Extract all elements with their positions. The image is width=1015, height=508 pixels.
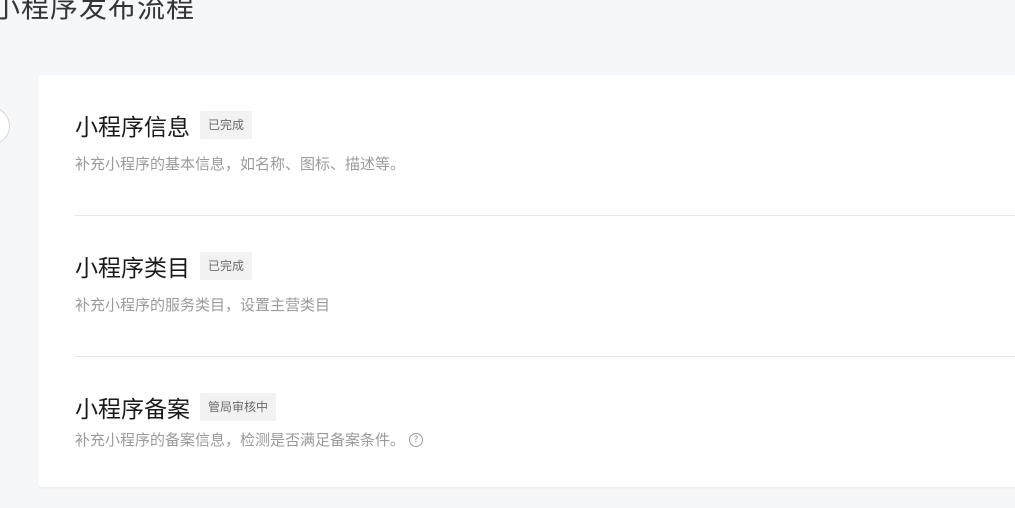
- question-circle-icon[interactable]: ?: [409, 432, 424, 447]
- step-title: 小程序类目: [75, 256, 190, 282]
- step-title: 小程序备案: [75, 397, 190, 423]
- step-description: 补充小程序的服务类目，设置主营类目: [75, 294, 1015, 315]
- step-title: 小程序信息: [75, 115, 190, 141]
- page-title: 小程序发布流程: [0, 0, 196, 24]
- step-indicator-circle: [0, 107, 10, 145]
- step-description: 补充小程序的基本信息，如名称、图标、描述等。: [75, 153, 1015, 174]
- step-title-row: 小程序备案 管局审核中: [75, 391, 1015, 423]
- step-description: 补充小程序的备案信息，检测是否满足备案条件。 ?: [75, 429, 1015, 450]
- step-title-row: 小程序类目 已完成: [75, 250, 1015, 282]
- step-mini-program-filing[interactable]: 小程序备案 管局审核中 补充小程序的备案信息，检测是否满足备案条件。 ?: [75, 391, 1015, 450]
- status-badge: 已完成: [200, 111, 253, 139]
- status-badge: 已完成: [200, 252, 253, 280]
- publish-steps-card: 小程序信息 已完成 补充小程序的基本信息，如名称、图标、描述等。 小程序类目 已…: [38, 75, 1015, 487]
- step-mini-program-category[interactable]: 小程序类目 已完成 补充小程序的服务类目，设置主营类目: [75, 250, 1015, 315]
- step-description-text: 补充小程序的服务类目，设置主营类目: [75, 296, 331, 314]
- step-mini-program-info[interactable]: 小程序信息 已完成 补充小程序的基本信息，如名称、图标、描述等。: [75, 109, 1015, 174]
- status-badge: 管局审核中: [200, 393, 277, 421]
- step-description-text: 补充小程序的基本信息，如名称、图标、描述等。: [75, 155, 406, 173]
- step-title-row: 小程序信息 已完成: [75, 109, 1015, 141]
- section-divider: [75, 215, 1015, 216]
- step-description-text: 补充小程序的备案信息，检测是否满足备案条件。: [75, 431, 406, 449]
- section-divider: [75, 356, 1015, 357]
